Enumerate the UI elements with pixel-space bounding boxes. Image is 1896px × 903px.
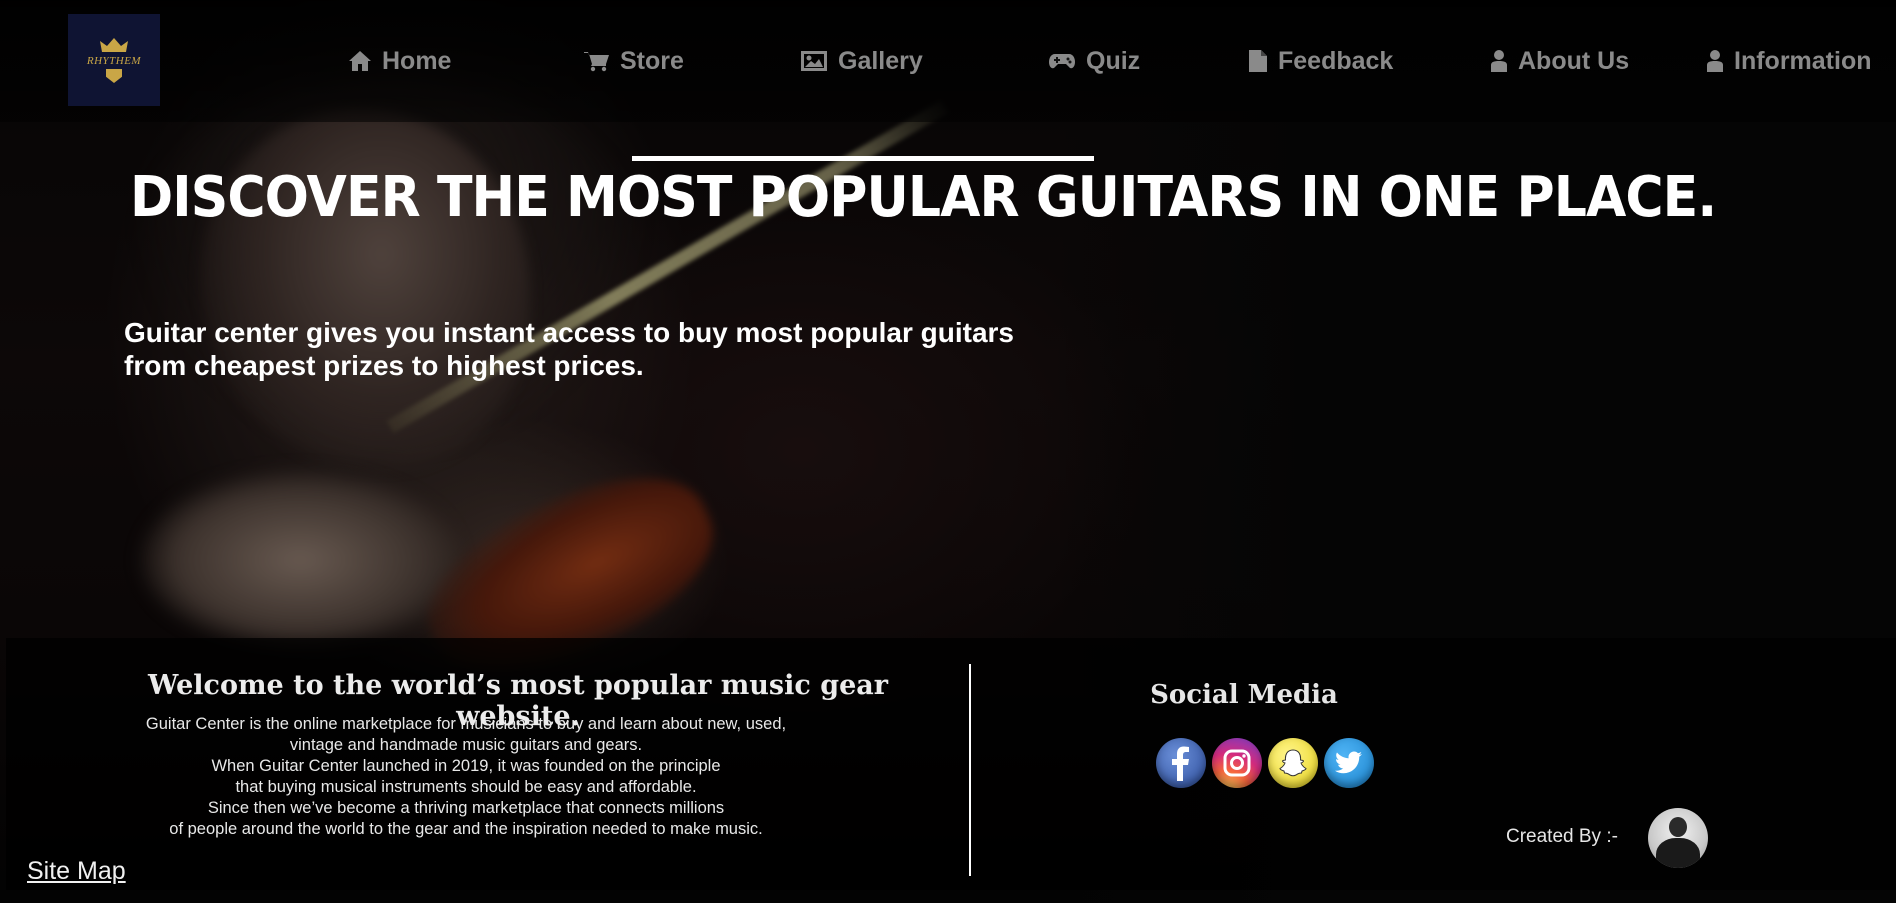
facebook-link[interactable]: [1156, 738, 1206, 788]
home-icon: [349, 51, 371, 71]
cart-icon: [584, 52, 609, 72]
footer-about-line: Guitar Center is the online marketplace …: [145, 715, 787, 733]
twitter-icon: [1335, 751, 1362, 774]
nav-home[interactable]: Home: [348, 40, 451, 82]
social-media-title: Social Media: [1150, 680, 1338, 710]
instagram-icon: [1223, 749, 1251, 777]
nav-information[interactable]: Information: [1706, 40, 1872, 82]
logo-text: RHYTHEM: [86, 55, 142, 67]
hero-subtitle: Guitar center gives you instant access t…: [124, 316, 1044, 382]
social-links: [1156, 738, 1374, 788]
image-icon: [801, 51, 827, 71]
site-footer: Welcome to the world’s most popular musi…: [6, 638, 1896, 890]
site-logo[interactable]: RHYTHEM: [68, 14, 160, 106]
nav-about-us[interactable]: About Us: [1490, 40, 1629, 82]
nav-gallery[interactable]: Gallery: [800, 40, 923, 82]
nav-information-label: Information: [1734, 46, 1872, 75]
footer-divider: [969, 664, 971, 876]
snapchat-icon: [1279, 749, 1307, 777]
footer-about-line: Since then we’ve become a thriving marke…: [207, 799, 725, 817]
file-icon: [1249, 50, 1267, 72]
avatar-body-shape: [1656, 838, 1700, 868]
nav-gallery-label: Gallery: [838, 46, 923, 75]
hero-title: DISCOVER THE MOST POPULAR GUITARS IN ONE…: [130, 165, 1717, 230]
hero-title-rule: [632, 156, 1094, 161]
gamepad-icon: [1049, 54, 1075, 69]
footer-about-text: Guitar Center is the online marketplace …: [66, 714, 866, 840]
site-map-link[interactable]: Site Map: [27, 857, 126, 886]
hero-subtitle-line-1: Guitar center gives you instant access t…: [124, 317, 1014, 348]
top-navbar: RHYTHEM Home Store Gallery Quiz Feedback…: [0, 0, 1896, 122]
crown-icon: [100, 38, 128, 52]
footer-about-line: that buying musical instruments should b…: [235, 778, 697, 796]
user-icon: [1707, 50, 1723, 72]
footer-about-line: When Guitar Center launched in 2019, it …: [211, 757, 721, 775]
created-by-label: Created By :-: [1506, 826, 1618, 847]
twitter-link[interactable]: [1324, 738, 1374, 788]
snapchat-link[interactable]: [1268, 738, 1318, 788]
facebook-icon: [1172, 746, 1189, 781]
nav-feedback-label: Feedback: [1278, 46, 1394, 75]
nav-feedback[interactable]: Feedback: [1248, 40, 1393, 82]
nav-store-label: Store: [620, 46, 684, 75]
footer-about-line: of people around the world to the gear a…: [169, 820, 763, 838]
nav-store[interactable]: Store: [584, 40, 684, 82]
hero-subtitle-line-2: from cheapest prizes to highest prices.: [124, 350, 644, 381]
nav-home-label: Home: [382, 46, 452, 75]
user-icon: [1491, 50, 1507, 72]
instagram-link[interactable]: [1212, 738, 1262, 788]
nav-quiz[interactable]: Quiz: [1048, 40, 1140, 82]
nav-quiz-label: Quiz: [1086, 46, 1141, 75]
avatar-head-shape: [1669, 817, 1687, 837]
nav-about-us-label: About Us: [1518, 46, 1630, 75]
footer-about-line: vintage and handmade music guitars and g…: [289, 736, 643, 754]
creator-avatar[interactable]: [1648, 808, 1708, 868]
logo-shield-icon: [106, 69, 122, 83]
